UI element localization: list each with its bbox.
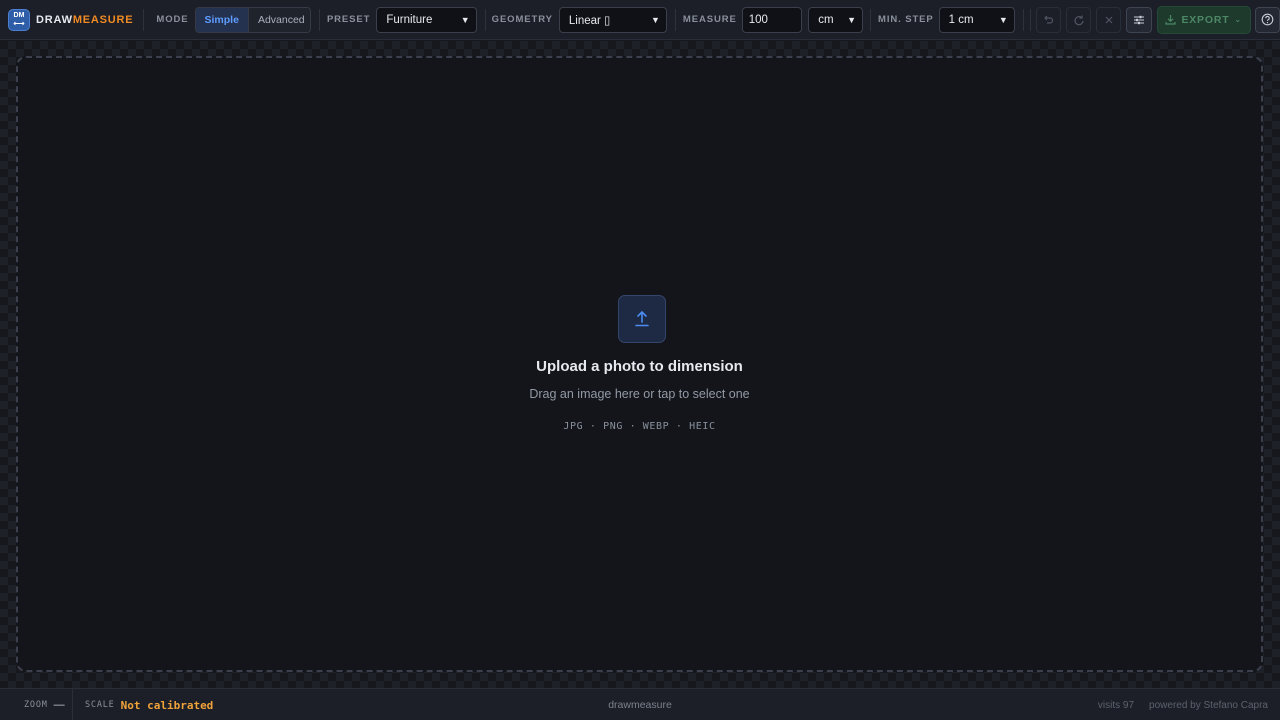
min-step-label: MIN. STEP [878, 14, 934, 25]
preset-value: Furniture [386, 13, 433, 26]
preset-select[interactable]: Furniture ▼ [376, 6, 477, 33]
chevron-down-icon: ⌄ [1234, 15, 1242, 24]
app-name-measure: MEASURE [72, 13, 134, 26]
mode-label: MODE [156, 14, 189, 25]
geometry-select[interactable]: Linear ▯ ▼ [558, 6, 667, 33]
upload-subtitle: Drag an image here or tap to select one [529, 387, 750, 401]
divider [674, 8, 676, 31]
upload-icon [635, 310, 649, 327]
question-icon [1261, 13, 1274, 26]
measure-label: MEASURE [682, 14, 737, 25]
unit-value: cm [818, 13, 834, 26]
measure-input[interactable]: 100 [741, 6, 803, 33]
logo-arrows: ⟷ [13, 19, 25, 28]
divider [1022, 8, 1024, 31]
upload-dropzone[interactable]: Upload a photo to dimension Drag an imag… [16, 56, 1263, 672]
chevron-down-icon: ▼ [460, 14, 470, 25]
undo-button[interactable] [1035, 6, 1061, 33]
preset-label: PRESET [326, 14, 371, 25]
redo-button[interactable] [1065, 6, 1092, 33]
visit-counter: visits 97 [1097, 699, 1135, 711]
divider [318, 8, 320, 31]
chevron-down-icon: ▼ [847, 14, 857, 25]
settings-button[interactable] [1126, 6, 1152, 33]
app-logo[interactable]: DM ⟷ DRAWMEASURE [8, 8, 133, 31]
help-button[interactable] [1254, 6, 1280, 33]
download-icon [1165, 15, 1177, 25]
undo-icon [1044, 15, 1054, 24]
logo-badge-icon: DM ⟷ [8, 8, 30, 31]
chevron-down-icon: ▼ [998, 14, 1008, 25]
divider [484, 8, 486, 31]
export-button[interactable]: EXPORT ⌄ [1156, 5, 1251, 34]
app-name-draw: DRAW [36, 13, 73, 26]
mode-toggle: Simple Advanced [194, 6, 311, 33]
upload-title: Upload a photo to dimension [536, 358, 743, 375]
credit-link[interactable]: powered by Stefano Capra [1149, 700, 1268, 711]
chevron-down-icon: ▼ [651, 14, 660, 25]
clear-button[interactable] [1096, 6, 1122, 33]
app-footer-name: drawmeasure [608, 699, 672, 711]
mode-advanced-button[interactable]: Advanced [249, 8, 310, 32]
supported-formats: JPG · PNG · WEBP · HEIC [563, 421, 716, 432]
app-footer-name-wrap: drawmeasure [0, 689, 1280, 720]
upload-button[interactable] [618, 295, 666, 343]
min-step-value: 1 cm [948, 13, 974, 26]
app-name: DRAWMEASURE [36, 14, 133, 26]
export-label: EXPORT [1181, 13, 1230, 26]
status-bar: ZOOM — SCALE Not calibrated drawmeasure … [0, 688, 1280, 720]
divider [870, 8, 872, 31]
geometry-label: GEOMETRY [491, 14, 553, 25]
divider [143, 8, 145, 31]
close-icon [1105, 16, 1113, 23]
unit-select[interactable]: cm ▼ [808, 6, 864, 33]
min-step-select[interactable]: 1 cm ▼ [938, 6, 1015, 33]
footer-right: visits 97 powered by Stefano Capra [1098, 689, 1268, 720]
divider [1029, 8, 1031, 31]
toolbar: DM ⟷ DRAWMEASURE MODE Simple Advanced PR… [0, 0, 1280, 40]
mode-simple-button[interactable]: Simple [195, 7, 249, 32]
sliders-icon [1134, 15, 1145, 24]
canvas-area: Upload a photo to dimension Drag an imag… [0, 41, 1280, 688]
redo-icon [1073, 15, 1084, 25]
geometry-value: Linear ▯ [568, 14, 611, 27]
